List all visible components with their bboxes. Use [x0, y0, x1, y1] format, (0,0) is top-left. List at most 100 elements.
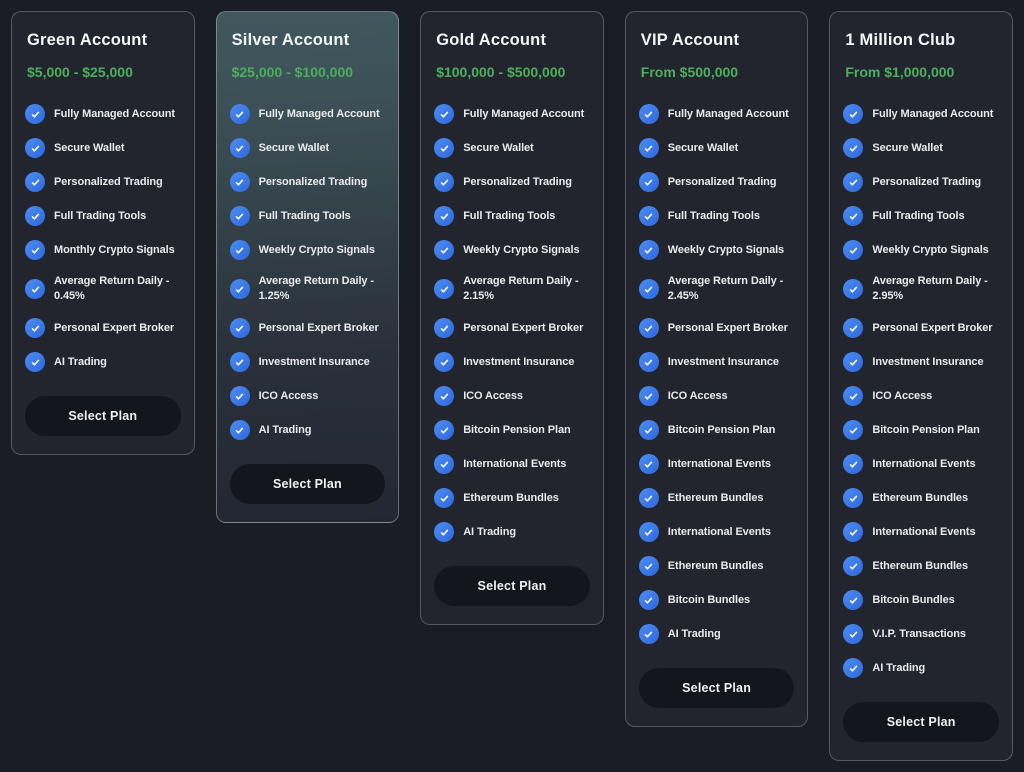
feature-item: Monthly Crypto Signals	[25, 240, 181, 260]
check-icon	[25, 240, 45, 260]
feature-label: Ethereum Bundles	[872, 559, 968, 574]
feature-label: AI Trading	[259, 423, 312, 438]
check-icon	[843, 104, 863, 124]
feature-item: Personalized Trading	[230, 172, 386, 192]
check-icon	[230, 138, 250, 158]
feature-item: Fully Managed Account	[639, 104, 795, 124]
feature-label: Bitcoin Bundles	[872, 593, 954, 608]
check-icon	[25, 104, 45, 124]
feature-label: AI Trading	[54, 355, 107, 370]
feature-label: AI Trading	[668, 627, 721, 642]
feature-item: Average Return Daily - 2.15%	[434, 274, 590, 304]
feature-list: Fully Managed Account Secure Wallet Pers…	[230, 104, 386, 440]
feature-item: Full Trading Tools	[639, 206, 795, 226]
feature-label: Full Trading Tools	[259, 209, 351, 224]
select-plan-button-silver-account[interactable]: Select Plan	[230, 464, 386, 504]
check-icon	[639, 318, 659, 338]
feature-item: Ethereum Bundles	[434, 488, 590, 508]
feature-label: Secure Wallet	[872, 141, 942, 156]
feature-item: Bitcoin Pension Plan	[434, 420, 590, 440]
feature-item: International Events	[639, 454, 795, 474]
select-plan-button-vip-account[interactable]: Select Plan	[639, 668, 795, 708]
check-icon	[843, 522, 863, 542]
feature-label: Fully Managed Account	[54, 107, 175, 122]
plan-price-range: $25,000 - $100,000	[232, 64, 386, 80]
feature-item: Average Return Daily - 2.95%	[843, 274, 999, 304]
check-icon	[843, 590, 863, 610]
check-icon	[639, 172, 659, 192]
select-plan-button-gold-account[interactable]: Select Plan	[434, 566, 590, 606]
plan-title: Silver Account	[232, 30, 386, 50]
feature-label: ICO Access	[872, 389, 932, 404]
check-icon	[25, 206, 45, 226]
plan-card-vip-account: VIP Account From $500,000 Fully Managed …	[625, 11, 809, 727]
feature-item: Fully Managed Account	[843, 104, 999, 124]
feature-item: AI Trading	[25, 352, 181, 372]
check-icon	[843, 318, 863, 338]
feature-item: Secure Wallet	[230, 138, 386, 158]
check-icon	[25, 138, 45, 158]
check-icon	[434, 138, 454, 158]
check-icon	[639, 556, 659, 576]
feature-label: Weekly Crypto Signals	[668, 243, 784, 258]
check-icon	[434, 386, 454, 406]
check-icon	[230, 240, 250, 260]
check-icon	[843, 206, 863, 226]
feature-label: International Events	[668, 457, 771, 472]
feature-item: Average Return Daily - 2.45%	[639, 274, 795, 304]
feature-label: Personal Expert Broker	[872, 321, 992, 336]
feature-list: Fully Managed Account Secure Wallet Pers…	[25, 104, 181, 372]
feature-item: Fully Managed Account	[230, 104, 386, 124]
feature-label: Average Return Daily - 0.45%	[54, 274, 181, 304]
feature-item: Weekly Crypto Signals	[230, 240, 386, 260]
feature-item: Fully Managed Account	[434, 104, 590, 124]
check-icon	[639, 386, 659, 406]
check-icon	[639, 104, 659, 124]
select-plan-button-1-million-club[interactable]: Select Plan	[843, 702, 999, 742]
feature-label: Bitcoin Pension Plan	[872, 423, 979, 438]
feature-label: Personalized Trading	[668, 175, 777, 190]
check-icon	[230, 420, 250, 440]
feature-label: Secure Wallet	[259, 141, 329, 156]
check-icon	[230, 352, 250, 372]
feature-label: Fully Managed Account	[259, 107, 380, 122]
feature-item: Personalized Trading	[843, 172, 999, 192]
feature-label: Bitcoin Pension Plan	[668, 423, 775, 438]
check-icon	[230, 386, 250, 406]
select-plan-button-green-account[interactable]: Select Plan	[25, 396, 181, 436]
check-icon	[230, 104, 250, 124]
plan-title: 1 Million Club	[845, 30, 999, 50]
feature-item: Weekly Crypto Signals	[639, 240, 795, 260]
feature-item: Personal Expert Broker	[434, 318, 590, 338]
feature-label: International Events	[668, 525, 771, 540]
check-icon	[25, 172, 45, 192]
check-icon	[843, 172, 863, 192]
feature-item: Investment Insurance	[639, 352, 795, 372]
check-icon	[843, 240, 863, 260]
feature-item: Secure Wallet	[25, 138, 181, 158]
feature-item: International Events	[434, 454, 590, 474]
check-icon	[434, 522, 454, 542]
feature-label: Full Trading Tools	[668, 209, 760, 224]
plan-card-1-million-club: 1 Million Club From $1,000,000 Fully Man…	[829, 11, 1013, 761]
check-icon	[843, 386, 863, 406]
check-icon	[843, 352, 863, 372]
feature-item: Full Trading Tools	[230, 206, 386, 226]
feature-label: Full Trading Tools	[463, 209, 555, 224]
feature-label: Average Return Daily - 2.15%	[463, 274, 590, 304]
check-icon	[639, 240, 659, 260]
feature-label: Weekly Crypto Signals	[463, 243, 579, 258]
check-icon	[639, 522, 659, 542]
feature-item: International Events	[843, 454, 999, 474]
feature-label: Bitcoin Bundles	[668, 593, 750, 608]
feature-item: Ethereum Bundles	[639, 556, 795, 576]
check-icon	[25, 352, 45, 372]
feature-item: ICO Access	[639, 386, 795, 406]
feature-label: AI Trading	[872, 661, 925, 676]
feature-label: Full Trading Tools	[872, 209, 964, 224]
check-icon	[843, 556, 863, 576]
feature-label: Monthly Crypto Signals	[54, 243, 175, 258]
feature-item: Weekly Crypto Signals	[434, 240, 590, 260]
feature-item: Ethereum Bundles	[639, 488, 795, 508]
feature-item: Investment Insurance	[843, 352, 999, 372]
